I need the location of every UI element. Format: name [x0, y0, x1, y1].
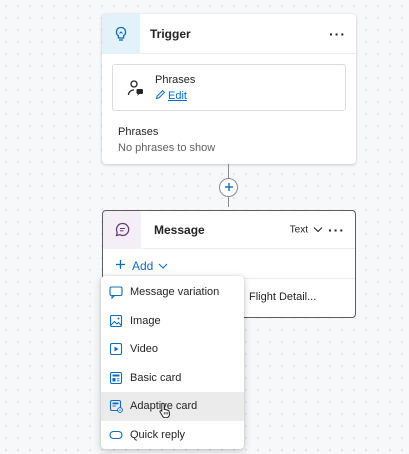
message-type-select[interactable]: Text — [290, 224, 323, 235]
basic-card-icon — [109, 371, 123, 385]
add-button[interactable]: Add — [109, 255, 159, 277]
message-preview-text: Flight Detail... — [249, 291, 317, 303]
chevron-down-icon — [313, 224, 323, 235]
message-variation-icon — [109, 285, 123, 300]
connector-line-top — [228, 164, 229, 178]
phrases-label: Phrases — [118, 126, 159, 138]
chat-bubble-icon — [103, 210, 141, 249]
add-chevron-down-icon[interactable] — [155, 258, 170, 273]
menu-item-label: Message variation — [130, 286, 220, 299]
menu-item-label: Quick reply — [130, 428, 186, 441]
edit-link-label: Edit — [168, 90, 187, 102]
menu-item-message-variation[interactable]: Message variation — [101, 278, 244, 307]
menu-item-quick-reply[interactable]: Quick reply — [101, 421, 244, 450]
video-icon — [109, 342, 123, 356]
hand-pointer-cursor-icon — [159, 402, 172, 421]
trigger-node-header: Trigger ··· — [102, 13, 356, 54]
menu-item-adaptive-card[interactable]: Adaptive card — [101, 392, 244, 421]
adaptive-card-icon — [109, 399, 123, 414]
image-icon — [109, 314, 123, 328]
trigger-more-button[interactable]: ··· — [329, 27, 346, 41]
phrases-box-title: Phrases — [155, 74, 196, 86]
menu-item-label: Basic card — [130, 371, 182, 384]
person-speak-icon — [127, 79, 145, 102]
phrases-value: No phrases to show — [118, 142, 216, 154]
phrases-box[interactable]: Phrases Edit — [112, 64, 346, 111]
message-node-title: Message — [154, 222, 205, 237]
add-node-button[interactable] — [219, 178, 238, 197]
menu-item-image[interactable]: Image — [101, 307, 244, 336]
message-node-header: Message Text ··· — [103, 210, 355, 249]
menu-item-basic-card[interactable]: Basic card — [101, 364, 244, 393]
menu-item-video[interactable]: Video — [101, 335, 244, 364]
pencil-icon — [155, 89, 166, 103]
plus-icon — [115, 259, 126, 273]
menu-item-label: Video — [130, 343, 158, 356]
lightbulb-icon — [102, 13, 140, 54]
edit-phrases-link[interactable]: Edit — [155, 89, 187, 103]
message-more-button[interactable]: ··· — [328, 223, 345, 237]
menu-item-label: Image — [130, 314, 161, 327]
message-type-label: Text — [289, 224, 308, 235]
quick-reply-icon — [109, 428, 123, 442]
add-menu: Message variation Image Video Basic card… — [101, 276, 244, 449]
add-button-label: Add — [132, 259, 154, 273]
plus-icon — [224, 179, 234, 197]
trigger-node[interactable]: Trigger ··· Phrases Edit Phrases No phra… — [102, 13, 356, 164]
trigger-node-title: Trigger — [150, 26, 191, 41]
